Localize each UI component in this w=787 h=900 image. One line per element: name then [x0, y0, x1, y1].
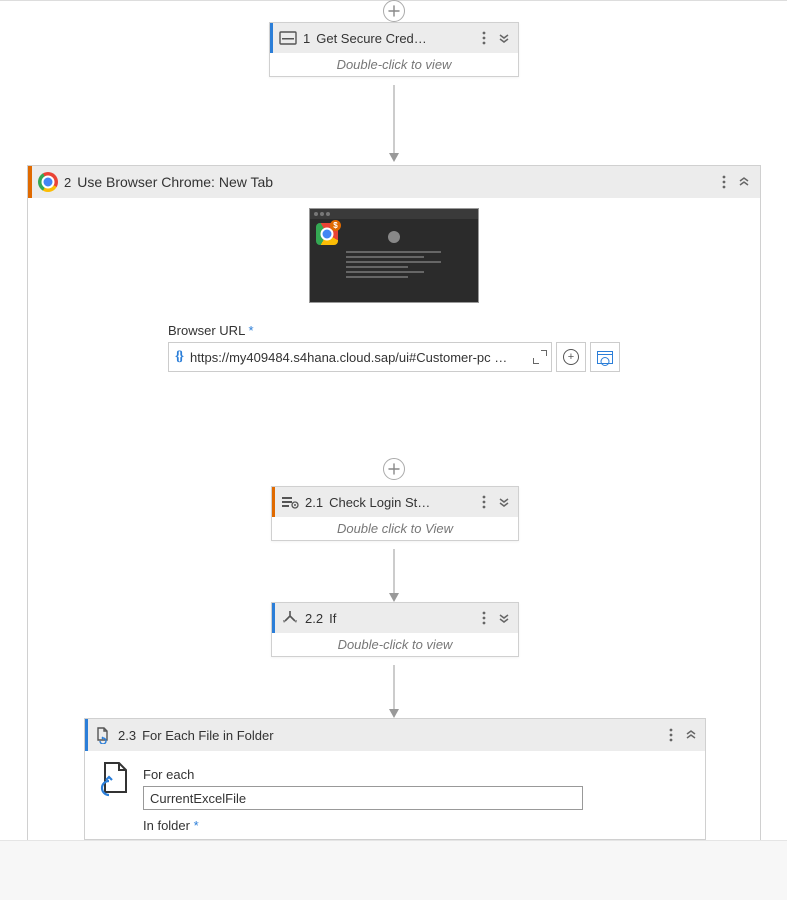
activity-title: Check Login St…	[329, 495, 468, 510]
collapse-button[interactable]	[494, 492, 514, 512]
chrome-icon	[38, 172, 58, 192]
badge-icon: $	[330, 220, 341, 231]
browser-globe-icon	[597, 351, 613, 364]
connector-arrow	[394, 549, 395, 593]
arrow-head-icon	[389, 709, 399, 718]
collapse-up-button[interactable]	[681, 725, 701, 745]
browse-url-button[interactable]	[590, 342, 620, 372]
collapse-button[interactable]	[494, 608, 514, 628]
check-state-icon	[281, 493, 299, 511]
add-activity-button-top[interactable]	[383, 0, 405, 22]
required-indicator: *	[194, 818, 199, 833]
expand-editor-icon[interactable]	[533, 350, 547, 364]
input-dialog-icon	[279, 29, 297, 47]
file-upload-icon	[99, 761, 133, 799]
browser-url-input[interactable]: {} https://my409484.s4hana.cloud.sap/ui#…	[168, 342, 552, 372]
activity-use-browser-chrome[interactable]: 2 Use Browser Chrome: New Tab $	[27, 165, 761, 841]
browser-url-label: Browser URL *	[168, 323, 620, 338]
more-menu-button[interactable]	[661, 725, 681, 745]
activity-title: Use Browser Chrome: New Tab	[77, 174, 708, 190]
activity-if[interactable]: 2.2 If Double-click to view	[271, 602, 519, 657]
in-folder-label: In folder *	[143, 818, 691, 833]
url-value: https://my409484.s4hana.cloud.sap/ui#Cus…	[190, 350, 527, 365]
activity-hint: Double click to View	[272, 517, 518, 540]
activity-for-each-file-in-folder[interactable]: 2.3 For Each File in Folder	[84, 718, 706, 840]
connector-arrow	[393, 85, 394, 153]
workflow-canvas[interactable]: 1 Get Secure Cred… Double-click to view …	[0, 0, 787, 840]
activity-hint: Double-click to view	[272, 633, 518, 656]
add-activity-button-inner[interactable]	[383, 458, 405, 480]
activity-title: Get Secure Cred…	[316, 31, 468, 46]
file-loop-icon	[94, 726, 112, 744]
more-menu-button[interactable]	[714, 172, 734, 192]
branch-icon	[281, 609, 299, 627]
activity-number: 2.2	[305, 611, 323, 626]
collapse-up-button[interactable]	[734, 172, 754, 192]
expression-icon: {}	[173, 349, 184, 365]
arrow-head-icon	[389, 153, 399, 162]
connector-arrow	[394, 665, 395, 709]
activity-hint: Double-click to view	[270, 53, 518, 76]
more-menu-button[interactable]	[474, 492, 494, 512]
required-indicator: *	[248, 323, 253, 338]
activity-number: 2	[64, 175, 71, 190]
browser-screenshot-thumbnail[interactable]: $	[309, 208, 479, 303]
app-logo-icon	[388, 231, 400, 243]
activity-number: 1	[303, 31, 310, 46]
activity-check-login-status[interactable]: 2.1 Check Login St… Double click to View	[271, 486, 519, 541]
for-each-label: For each	[143, 767, 691, 782]
activity-title: If	[329, 611, 468, 626]
collapse-button[interactable]	[494, 28, 514, 48]
for-each-variable-input[interactable]	[143, 786, 583, 810]
bottom-panel	[0, 840, 787, 900]
activity-get-secure-credential[interactable]: 1 Get Secure Cred… Double-click to view	[269, 22, 519, 77]
activity-title: For Each File in Folder	[142, 728, 655, 743]
activity-number: 2.1	[305, 495, 323, 510]
arrow-head-icon	[389, 593, 399, 602]
more-menu-button[interactable]	[474, 28, 494, 48]
activity-number: 2.3	[118, 728, 136, 743]
add-url-button[interactable]: +	[556, 342, 586, 372]
more-menu-button[interactable]	[474, 608, 494, 628]
